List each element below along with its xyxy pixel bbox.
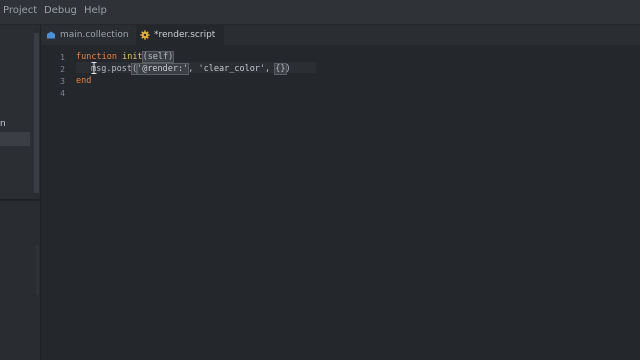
paren: ) <box>168 52 174 62</box>
outline-scrollbar[interactable] <box>34 33 39 193</box>
param-highlight: (self) <box>141 51 175 63</box>
outline-selected-row[interactable] <box>0 132 30 146</box>
table-literal: {} <box>274 63 287 75</box>
string-literal: 'clear_color' <box>198 64 266 74</box>
menu-project[interactable]: Project <box>3 5 37 16</box>
outline-item-label[interactable]: n <box>0 119 6 129</box>
tab-render-script[interactable]: *render.script <box>136 25 224 45</box>
editor-tab-bar: main.collection ✕ *render.script <box>41 25 640 45</box>
code-line-2[interactable]: msg.post('@render:', 'clear_color', {}) <box>91 63 291 76</box>
paren: ) <box>285 64 291 74</box>
function-name: init <box>122 52 143 62</box>
gear-icon <box>140 30 150 40</box>
menu-bar: Project Debug Help <box>0 0 640 25</box>
left-panel: n <box>0 25 41 360</box>
tab-main-collection[interactable]: main.collection ✕ <box>46 25 142 45</box>
text-cursor-icon <box>91 59 97 74</box>
comma: , <box>265 64 276 74</box>
outline-panel <box>0 25 34 199</box>
string-literal: '@render:' <box>136 63 190 75</box>
menu-debug[interactable]: Debug <box>44 5 77 16</box>
param: self <box>147 52 169 62</box>
code-line-3[interactable]: end <box>76 76 91 88</box>
tab-label: *render.script <box>154 30 216 40</box>
collection-icon <box>46 30 56 40</box>
panel-resize-grip[interactable] <box>36 245 39 295</box>
keyword: end <box>76 76 92 86</box>
menu-help[interactable]: Help <box>84 5 107 16</box>
line-number-gutter: 1 2 3 4 <box>41 45 71 360</box>
line-number: 4 <box>60 89 65 98</box>
line-number: 1 <box>60 53 65 62</box>
line-number: 3 <box>60 77 65 86</box>
call-name: msg.post <box>91 64 132 74</box>
comma: , <box>188 64 199 74</box>
panel-divider[interactable] <box>0 199 40 201</box>
code-editor[interactable]: 1 2 3 4 function init(self) msg.post('@r… <box>41 45 640 360</box>
line-number: 2 <box>60 65 65 74</box>
tab-label: main.collection <box>60 30 129 40</box>
